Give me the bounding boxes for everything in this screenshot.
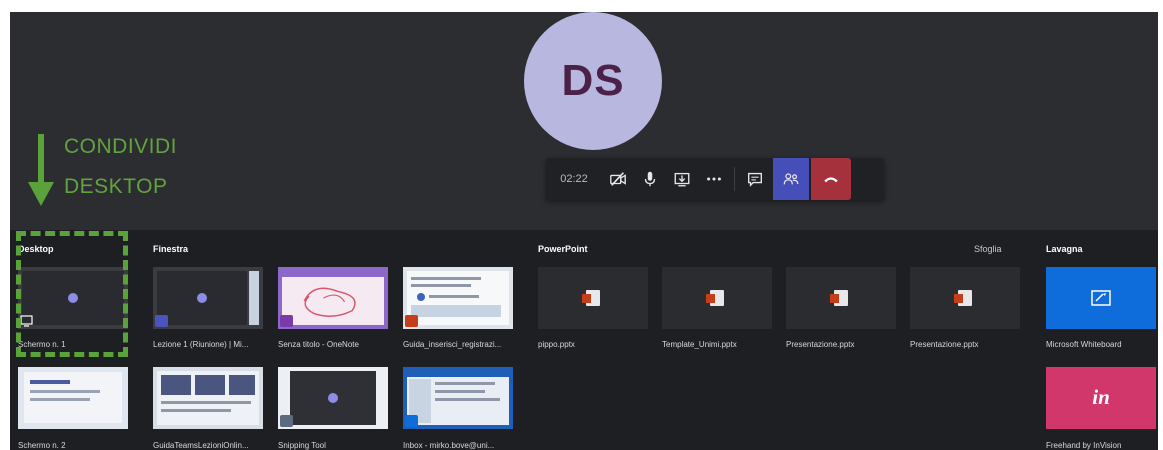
share-tray: Desktop Finestra PowerPoint Sfoglia Lava… [10,230,1158,450]
ppt-label: Presentazione.pptx [786,340,855,349]
participants-icon [783,173,799,185]
thumb-label: Guida_inserisci_registrazi... [403,340,502,349]
desktop-screen-2-thumb[interactable] [18,367,128,429]
thumb-label: Inbox - mirko.bove@uni... [403,441,495,450]
preview-text-line [429,295,479,298]
preview-bullet [417,293,425,301]
camera-toggle-button[interactable] [602,158,634,200]
down-arrow-annotation-icon [28,134,54,206]
thumb-label: Snipping Tool [278,441,326,450]
annotation-line-2: DESKTOP [64,175,168,198]
freehand-invision-tile[interactable]: in [1046,367,1156,429]
window-preview [157,371,259,425]
whiteboard-label: Microsoft Whiteboard [1046,340,1122,349]
thumb-label: Lezione 1 (Riunione) | Mi... [153,340,249,349]
microphone-button[interactable] [634,158,666,200]
hang-up-icon [824,177,838,183]
microphone-icon [644,171,656,187]
window-thumb-snipping[interactable] [278,367,388,429]
more-options-button[interactable] [698,158,730,200]
call-control-bar: 02:22 [546,158,884,200]
share-content-button[interactable] [666,158,698,200]
window-thumb-inbox[interactable] [403,367,513,429]
ppt-file-presentazione-1[interactable] [786,267,896,329]
whiteboard-icon [1091,290,1111,306]
section-title-window: Finestra [153,244,189,254]
thumb-label: Schermo n. 2 [18,441,66,450]
preview-text-line [435,398,500,401]
window-preview [282,277,384,325]
window-thumb-guidateams[interactable] [153,367,263,429]
window-preview [157,271,247,325]
preview-text-line [435,390,485,393]
window-thumb-guida[interactable] [403,267,513,329]
invision-logo-icon: in [1092,385,1110,409]
screen-preview [24,372,122,423]
ppt-file-template[interactable] [662,267,772,329]
preview-side-panel [249,271,259,325]
preview-text-line [161,401,251,404]
preview-screenshot [229,375,255,395]
window-preview [290,371,376,425]
ppt-label: Presentazione.pptx [910,340,979,349]
more-options-icon [707,177,721,181]
section-title-powerpoint: PowerPoint [538,244,588,254]
whiteboard-label: Freehand by InVision [1046,441,1122,450]
desktop-highlight-annotation [16,231,128,357]
annotation-line-1: CONDIVIDI [64,135,178,158]
preview-text-line [435,382,495,385]
thumb-label: GuidaTeamsLezioniOnlin... [153,441,249,450]
window-thumb-lezione[interactable] [153,267,263,329]
teams-app-icon [155,315,168,327]
preview-text-line [30,390,100,393]
outlook-app-icon [405,415,418,427]
powerpoint-file-icon [706,290,724,306]
onenote-app-icon [280,315,293,327]
thumb-label: Senza titolo - OneNote [278,340,359,349]
doodle-sketch-icon [303,287,356,317]
teams-meeting-window: DS CONDIVIDI DESKTOP 02:22 Desktop Fines… [10,12,1158,450]
preview-avatar-dot [197,293,207,303]
ppt-label: pippo.pptx [538,340,575,349]
powerpoint-file-icon [582,290,600,306]
chat-button[interactable] [739,158,771,200]
preview-block [411,305,501,317]
participant-avatar: DS [524,12,662,150]
window-thumb-onenote[interactable] [278,267,388,329]
hang-up-button[interactable] [811,158,851,200]
preview-text-line [411,284,471,287]
preview-text-line [411,277,481,280]
section-title-whiteboard: Lavagna [1046,244,1083,254]
ppt-file-presentazione-2[interactable] [910,267,1020,329]
participants-button[interactable] [773,158,809,200]
preview-screenshot [195,375,225,395]
call-timer: 02:22 [560,173,588,185]
powerpoint-file-icon [954,290,972,306]
document-app-icon [405,315,418,327]
toolbar-divider [734,167,735,191]
microsoft-whiteboard-tile[interactable] [1046,267,1156,329]
camera-off-icon [610,172,626,186]
ppt-file-pippo[interactable] [538,267,648,329]
preview-text-line [30,380,70,384]
window-preview [407,377,509,425]
preview-screenshot [161,375,191,395]
window-preview [407,271,509,325]
powerpoint-file-icon [830,290,848,306]
preview-text-line [30,398,90,401]
browse-link[interactable]: Sfoglia [974,244,1002,254]
snipping-tool-icon [280,415,293,427]
avatar-initials: DS [561,56,625,105]
preview-text-line [161,409,231,412]
share-tray-icon [674,172,690,187]
chat-icon [748,172,762,187]
preview-avatar-dot [328,393,338,403]
ppt-label: Template_Unimi.pptx [662,340,737,349]
